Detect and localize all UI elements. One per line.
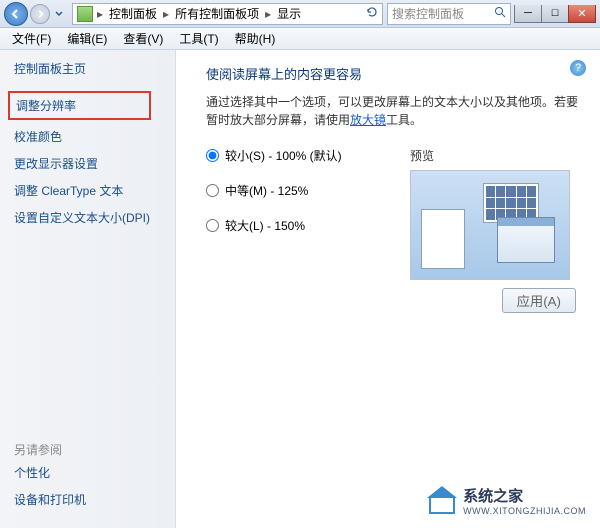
sidebar-home-link[interactable]: 控制面板主页 (14, 60, 161, 77)
sidebar-link-custom-dpi[interactable]: 设置自定义文本大小(DPI) (14, 209, 161, 226)
watermark-url: WWW.XITONGZHIJIA.COM (463, 506, 586, 516)
watermark-brand: 系统之家 (463, 488, 523, 505)
main-panel: ? 使阅读屏幕上的内容更容易 通过选择其中一个选项，可以更改屏幕上的文本大小以及… (176, 50, 600, 528)
sidebar-link-display-settings[interactable]: 更改显示器设置 (14, 155, 161, 172)
maximize-button[interactable]: ☐ (541, 5, 569, 23)
search-input[interactable]: 搜索控制面板 (387, 3, 511, 25)
window-controls: ─ ☐ ✕ (515, 5, 596, 23)
close-button[interactable]: ✕ (568, 5, 596, 23)
refresh-button[interactable] (366, 6, 378, 21)
address-bar[interactable]: ▸ 控制面板 ▸ 所有控制面板项 ▸ 显示 (72, 3, 383, 25)
sidebar-link-calibrate[interactable]: 校准颜色 (14, 128, 161, 145)
watermark-logo-icon (427, 488, 457, 514)
page-description: 通过选择其中一个选项，可以更改屏幕上的文本大小以及其他项。若要暂时放大部分屏幕，… (206, 93, 580, 129)
breadcrumb-item[interactable]: 显示 (275, 5, 303, 22)
option-label: 较小(S) - 100% (默认) (225, 147, 342, 164)
sidebar-link-cleartype[interactable]: 调整 ClearType 文本 (14, 182, 161, 199)
option-small[interactable]: 较小(S) - 100% (默认) (206, 147, 410, 164)
option-medium[interactable]: 中等(M) - 125% (206, 182, 410, 199)
nav-forward-button[interactable] (30, 4, 50, 24)
option-label: 较大(L) - 150% (225, 217, 305, 234)
radio-medium[interactable] (206, 184, 219, 197)
content-area: 控制面板主页 调整分辨率 校准颜色 更改显示器设置 调整 ClearType 文… (0, 50, 600, 528)
minimize-button[interactable]: ─ (514, 5, 542, 23)
breadcrumb-item[interactable]: 控制面板 (107, 5, 159, 22)
sidebar-link-resolution[interactable]: 调整分辨率 (8, 91, 151, 120)
help-icon[interactable]: ? (570, 60, 586, 76)
option-large[interactable]: 较大(L) - 150% (206, 217, 410, 234)
menu-file[interactable]: 文件(F) (6, 28, 57, 49)
menubar: 文件(F) 编辑(E) 查看(V) 工具(T) 帮助(H) (0, 28, 600, 50)
menu-help[interactable]: 帮助(H) (229, 28, 282, 49)
sidebar: 控制面板主页 调整分辨率 校准颜色 更改显示器设置 调整 ClearType 文… (0, 50, 176, 528)
arrow-right-icon (35, 9, 45, 19)
size-options: 较小(S) - 100% (默认) 中等(M) - 125% 较大(L) - 1… (206, 147, 410, 280)
menu-edit[interactable]: 编辑(E) (61, 28, 113, 49)
breadcrumb-item[interactable]: 所有控制面板项 (173, 5, 261, 22)
sidebar-link-devices[interactable]: 设备和打印机 (14, 491, 161, 508)
watermark: 系统之家 WWW.XITONGZHIJIA.COM (427, 485, 586, 516)
chevron-down-icon (55, 10, 63, 18)
sidebar-link-personalization[interactable]: 个性化 (14, 464, 161, 481)
titlebar: ▸ 控制面板 ▸ 所有控制面板项 ▸ 显示 搜索控制面板 ─ ☐ ✕ (0, 0, 600, 28)
preview-label: 预览 (410, 147, 580, 164)
menu-tools[interactable]: 工具(T) (173, 28, 224, 49)
control-panel-icon (77, 6, 93, 22)
refresh-icon (366, 6, 378, 18)
search-placeholder: 搜索控制面板 (392, 5, 464, 22)
nav-history-dropdown[interactable] (52, 10, 66, 18)
menu-view[interactable]: 查看(V) (117, 28, 169, 49)
sidebar-see-also-label: 另请参阅 (14, 441, 161, 458)
chevron-right-icon: ▸ (97, 7, 103, 21)
chevron-right-icon: ▸ (163, 7, 169, 21)
preview-column: 预览 (410, 147, 580, 280)
option-label: 中等(M) - 125% (225, 182, 308, 199)
preview-image (410, 170, 570, 280)
chevron-right-icon: ▸ (265, 7, 271, 21)
radio-small[interactable] (206, 149, 219, 162)
page-title: 使阅读屏幕上的内容更容易 (206, 64, 580, 83)
nav-back-button[interactable] (4, 2, 28, 26)
search-icon (494, 6, 506, 21)
magnifier-link[interactable]: 放大镜 (350, 113, 386, 127)
apply-button[interactable]: 应用(A) (502, 288, 576, 313)
radio-large[interactable] (206, 219, 219, 232)
arrow-left-icon (10, 8, 22, 20)
